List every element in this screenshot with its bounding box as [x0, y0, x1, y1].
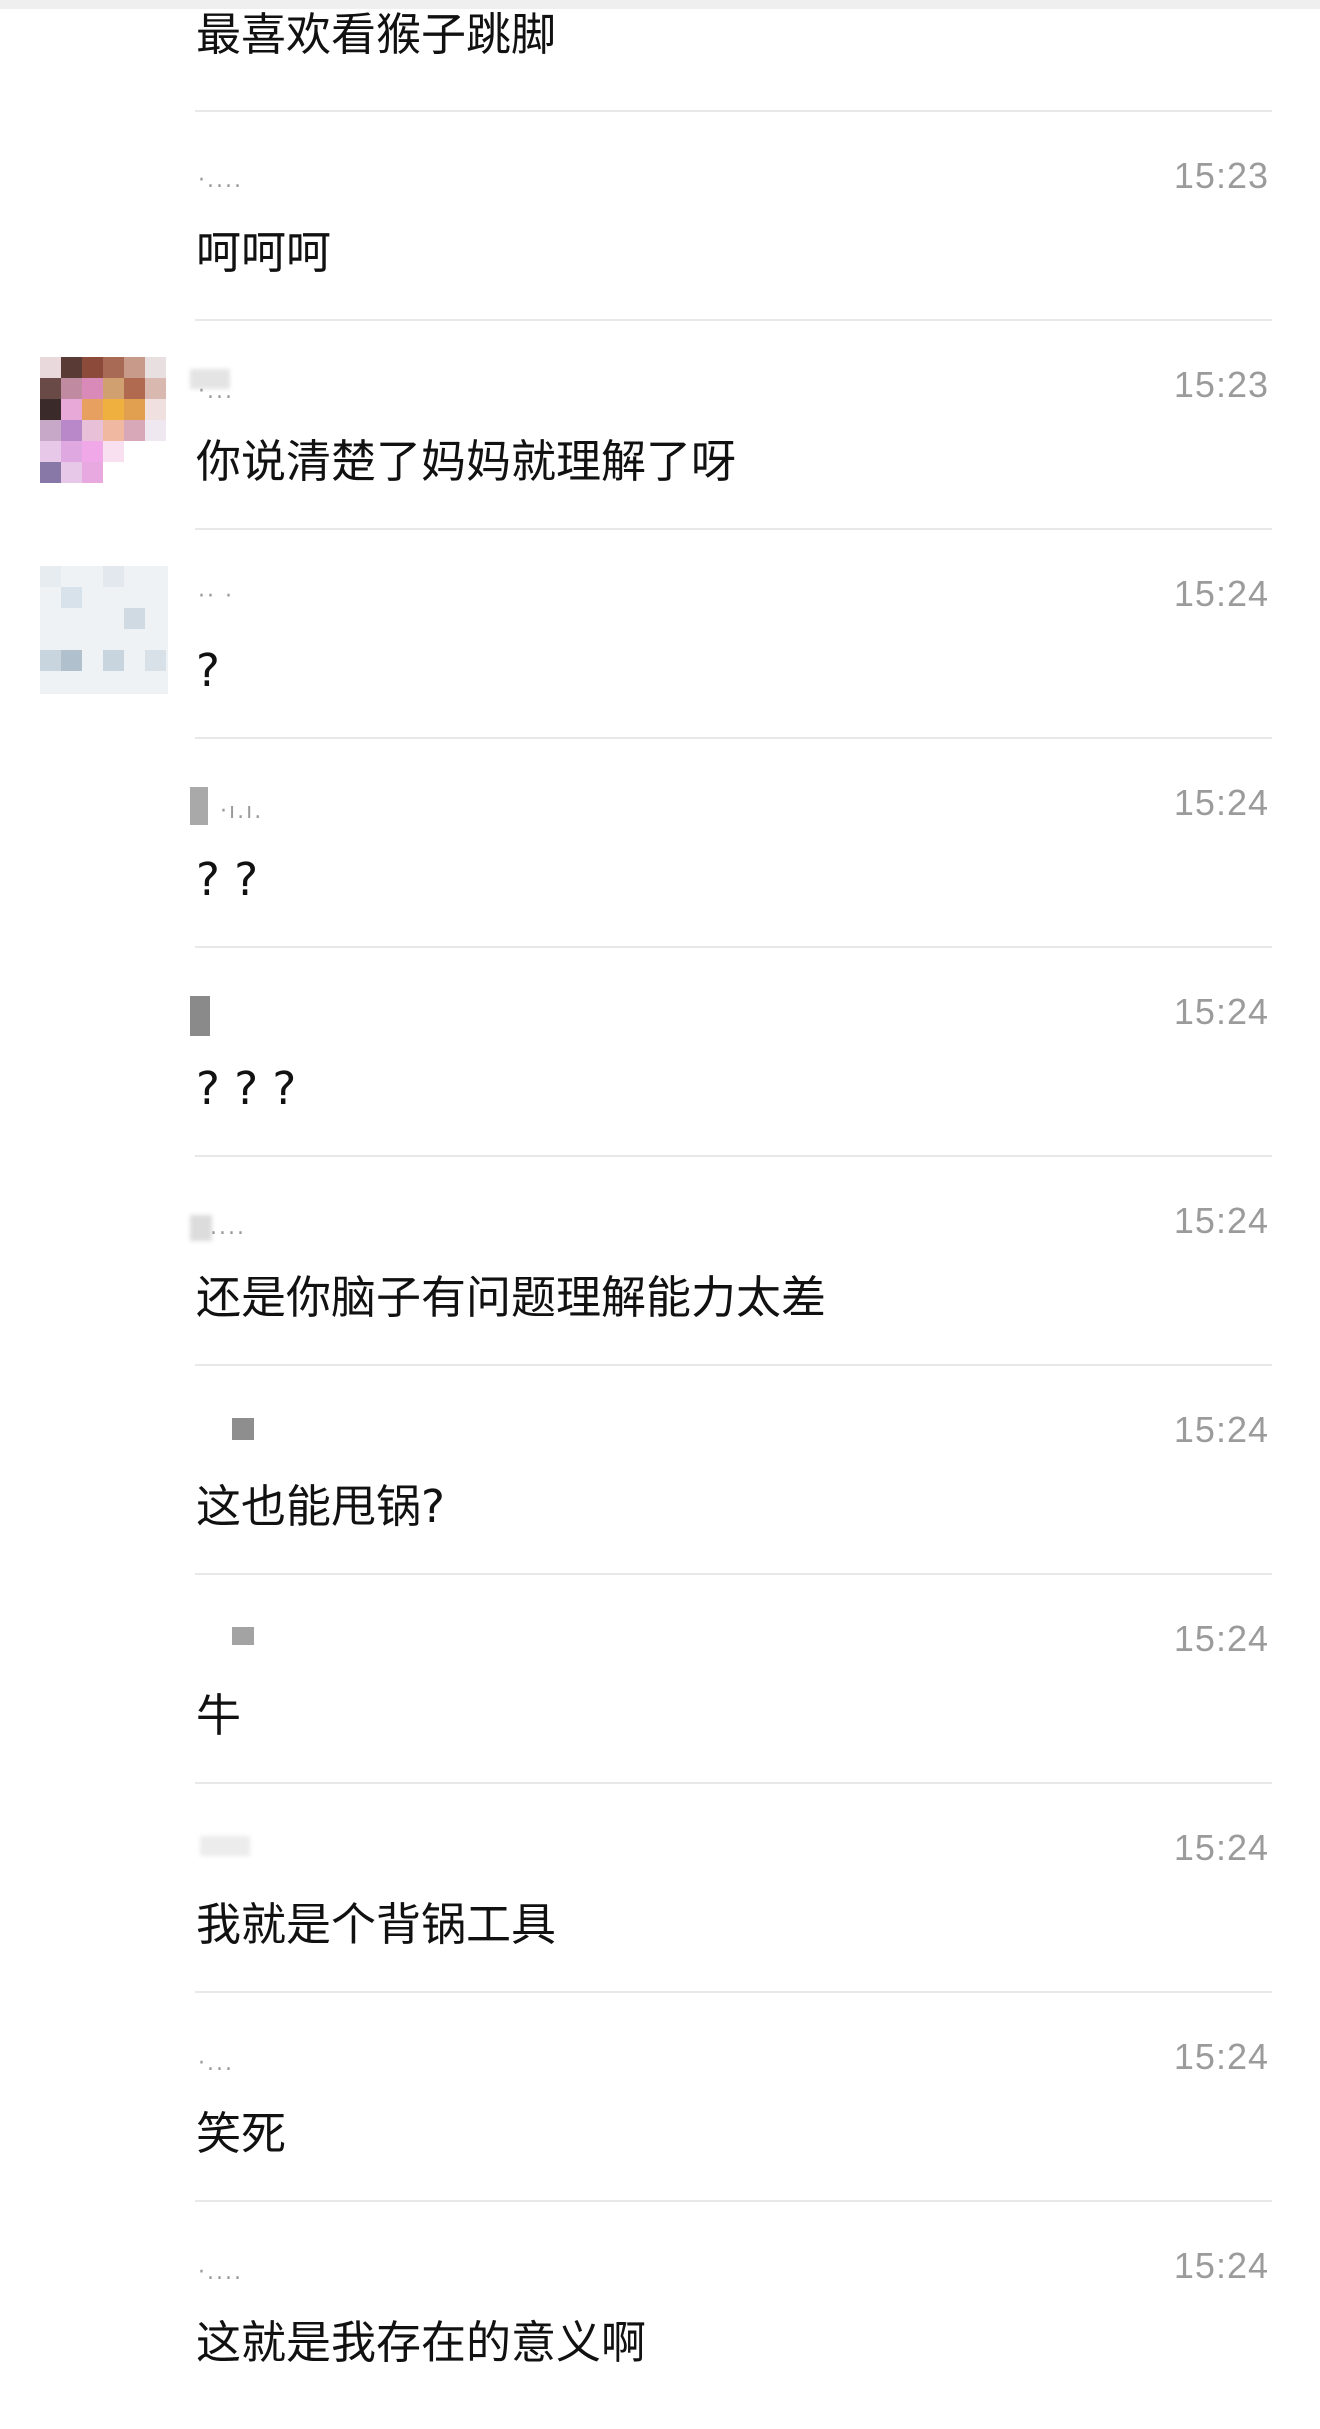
message-time: 15:24: [1173, 1200, 1269, 1241]
message-item[interactable]: 15:24 牛: [0, 1575, 1320, 1784]
message-text: 这就是我存在的意义啊: [196, 2316, 647, 2369]
message-item[interactable]: 15:24 我就是个背锅工具: [0, 1784, 1320, 1993]
message-text: ?: [196, 644, 220, 697]
username-blurred: ·ı.ı.: [190, 787, 300, 827]
message-time: 15:24: [1173, 1618, 1269, 1659]
avatar[interactable]: [40, 357, 168, 485]
message-time: 15:23: [1173, 155, 1269, 196]
message-text: 呵呵呵: [196, 226, 332, 279]
username-blurred: ·...: [190, 369, 300, 409]
username-blurred: ·....: [198, 168, 243, 193]
message-item[interactable]: .... 15:24 还是你脑子有问题理解能力太差: [0, 1157, 1320, 1366]
message-item[interactable]: 最喜欢看猴子跳脚: [0, 0, 1320, 112]
message-item[interactable]: 15:24 这也能甩锅?: [0, 1366, 1320, 1575]
message-time: 15:24: [1173, 2036, 1269, 2077]
message-text: ? ? ?: [196, 1062, 297, 1115]
message-item[interactable]: ·ı.ı. 15:24 ? ?: [0, 739, 1320, 948]
message-item[interactable]: ·.... 15:24 这就是我存在的意义啊: [0, 2202, 1320, 2411]
message-time: 15:24: [1173, 2245, 1269, 2286]
avatar[interactable]: [40, 566, 168, 694]
message-item[interactable]: 15:24 ? ? ?: [0, 948, 1320, 1157]
message-time: 15:23: [1173, 364, 1269, 405]
message-time: 15:24: [1173, 573, 1269, 614]
message-text: 最喜欢看猴子跳脚: [196, 8, 557, 61]
username-blurred: [190, 1414, 300, 1454]
message-item[interactable]: ·.... 15:23 呵呵呵: [0, 112, 1320, 321]
message-text: 这也能甩锅?: [196, 1480, 445, 1533]
username-blurred: [190, 1832, 300, 1872]
username-blurred: [190, 1623, 300, 1663]
username-blurred: ·· ·: [198, 584, 234, 609]
message-text: 还是你脑子有问题理解能力太差: [196, 1271, 827, 1324]
message-text: 我就是个背锅工具: [196, 1898, 557, 1951]
username-blurred: ·....: [198, 2260, 243, 2285]
message-time: 15:24: [1173, 991, 1269, 1032]
message-text: ? ?: [196, 853, 259, 906]
message-item[interactable]: ·... 15:23 你说清楚了妈妈就理解了呀: [0, 321, 1320, 530]
message-time: 15:24: [1173, 1409, 1269, 1450]
message-text: 牛: [196, 1689, 242, 1742]
message-time: 15:24: [1173, 1827, 1269, 1868]
message-text: 你说清楚了妈妈就理解了呀: [196, 435, 737, 488]
message-item[interactable]: ·· · 15:24 ?: [0, 530, 1320, 739]
message-time: 15:24: [1173, 782, 1269, 823]
username-blurred: ·...: [198, 2051, 234, 2076]
message-text: 笑死: [196, 2107, 287, 2160]
username-blurred: ....: [190, 1205, 300, 1245]
message-item[interactable]: ·... 15:24 笑死: [0, 1993, 1320, 2202]
username-blurred: [190, 996, 300, 1036]
